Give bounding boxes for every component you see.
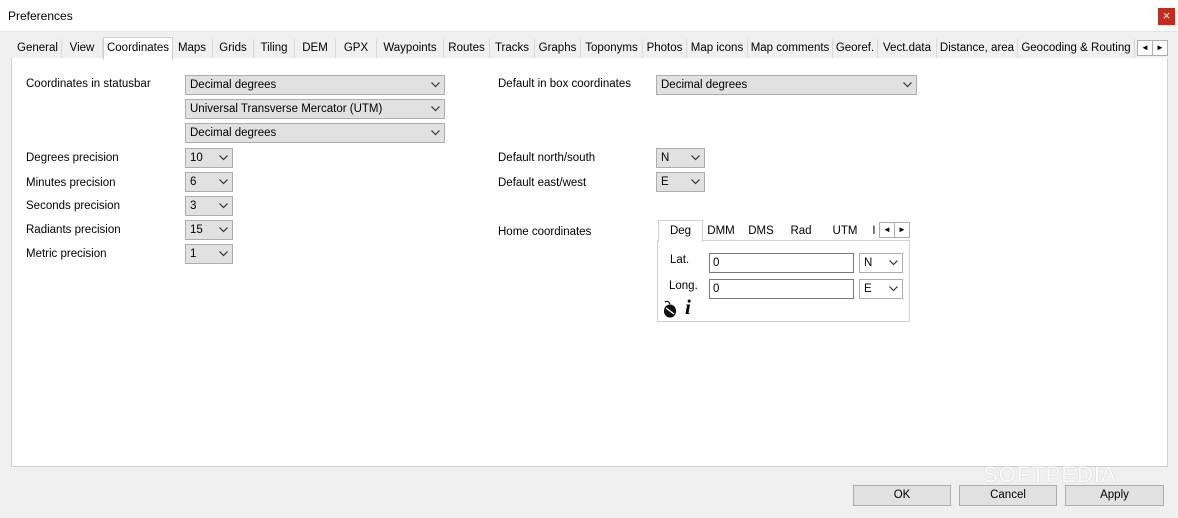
north-south-select[interactable]: N — [656, 148, 705, 168]
tab-general[interactable]: General — [14, 39, 62, 58]
select-value: Universal Transverse Mercator (UTM) — [190, 103, 383, 115]
select-value: 3 — [190, 200, 197, 212]
chevron-down-icon — [430, 103, 441, 114]
tab-utm[interactable]: UTM — [827, 222, 863, 240]
statusbar-format-2-select[interactable]: Universal Transverse Mercator (UTM) — [185, 99, 445, 119]
lat-input[interactable]: 0 — [709, 253, 854, 273]
close-icon: × — [1162, 8, 1171, 23]
minutes-precision-label: Minutes precision — [26, 177, 116, 189]
long-label: Long. — [669, 280, 698, 292]
tab-photos[interactable]: Photos — [643, 39, 687, 58]
degrees-precision-select[interactable]: 10 — [185, 148, 233, 168]
home-tabs-scroll-left-button[interactable]: ◄ — [879, 222, 895, 238]
long-hemisphere-select[interactable]: E — [859, 279, 903, 299]
chevron-down-icon — [218, 224, 229, 235]
input-value: 0 — [713, 283, 720, 295]
radiants-precision-label: Radiants precision — [26, 224, 121, 236]
seconds-precision-select[interactable]: 3 — [185, 196, 233, 216]
title-bar — [0, 0, 1178, 32]
tab-distance-area[interactable]: Distance, area — [937, 39, 1018, 58]
home-coordinates-label: Home coordinates — [498, 226, 592, 238]
tab-dmm[interactable]: DMM — [702, 222, 740, 240]
select-value: N — [661, 152, 670, 164]
tab-rad[interactable]: Rad — [786, 222, 816, 240]
in-box-coordinates-label: Default in box coordinates — [498, 78, 631, 90]
east-west-label: Default east/west — [498, 177, 587, 189]
select-value: Decimal degrees — [190, 79, 277, 91]
tab-grids[interactable]: Grids — [213, 39, 254, 58]
metric-precision-label: Metric precision — [26, 248, 107, 260]
chevron-down-icon — [690, 176, 701, 187]
cancel-button[interactable]: Cancel — [959, 485, 1057, 506]
chevron-down-icon — [430, 127, 441, 138]
tab-georef[interactable]: Georef. — [833, 39, 878, 58]
select-value: 6 — [190, 176, 197, 188]
ok-button[interactable]: OK — [853, 485, 951, 506]
east-west-select[interactable]: E — [656, 172, 705, 192]
chevron-down-icon — [888, 283, 899, 294]
lat-label: Lat. — [670, 254, 690, 266]
lat-hemisphere-select[interactable]: N — [859, 253, 903, 273]
chevron-down-icon — [218, 152, 229, 163]
chevron-down-icon — [218, 248, 229, 259]
close-button[interactable]: × — [1158, 8, 1175, 25]
select-value: Decimal degrees — [190, 127, 277, 139]
north-south-label: Default north/south — [498, 152, 596, 164]
degrees-precision-label: Degrees precision — [26, 152, 119, 164]
tabs-scroll-right-button[interactable]: ► — [1152, 40, 1168, 56]
tab-dem[interactable]: DEM — [295, 39, 336, 58]
tab-geocoding-routing[interactable]: Geocoding & Routing — [1018, 39, 1135, 58]
arrow-left-icon: ◄ — [883, 225, 891, 234]
radiants-precision-select[interactable]: 15 — [185, 220, 233, 240]
tab-deg[interactable]: Deg — [658, 220, 703, 242]
tab-waypoints[interactable]: Waypoints — [377, 39, 444, 58]
apply-button[interactable]: Apply — [1065, 485, 1164, 506]
mouse-pick-icon[interactable] — [662, 300, 678, 318]
tab-dms[interactable]: DMS — [743, 222, 779, 240]
tab-view[interactable]: View — [62, 39, 103, 58]
tab-tracks[interactable]: Tracks — [490, 39, 535, 58]
chevron-down-icon — [218, 200, 229, 211]
chevron-down-icon — [218, 176, 229, 187]
statusbar-format-1-select[interactable]: Decimal degrees — [185, 75, 445, 95]
tab-gpx[interactable]: GPX — [336, 39, 377, 58]
select-value: E — [661, 176, 669, 188]
tab-coordinates[interactable]: Coordinates — [103, 37, 173, 60]
statusbar-format-3-select[interactable]: Decimal degrees — [185, 123, 445, 143]
select-value: Decimal degrees — [661, 79, 748, 91]
tabs-scroll-left-button[interactable]: ◄ — [1137, 40, 1153, 56]
tab-map-comments[interactable]: Map comments — [748, 39, 833, 58]
long-input[interactable]: 0 — [709, 279, 854, 299]
arrow-right-icon: ► — [898, 225, 906, 234]
seconds-precision-label: Seconds precision — [26, 200, 120, 212]
tab-maps[interactable]: Maps — [172, 39, 213, 58]
chevron-down-icon — [690, 152, 701, 163]
select-value: 10 — [190, 152, 203, 164]
select-value: N — [864, 257, 873, 269]
select-value: E — [864, 283, 872, 295]
tab-routes[interactable]: Routes — [444, 39, 490, 58]
tab-tiling[interactable]: Tiling — [254, 39, 295, 58]
arrow-right-icon: ► — [1156, 43, 1164, 52]
select-value: 15 — [190, 224, 203, 236]
statusbar-coordinates-label: Coordinates in statusbar — [26, 78, 151, 90]
in-box-coordinates-select[interactable]: Decimal degrees — [656, 75, 917, 95]
input-value: 0 — [713, 257, 720, 269]
arrow-left-icon: ◄ — [1141, 43, 1149, 52]
chevron-down-icon — [430, 79, 441, 90]
tab-toponyms[interactable]: Toponyms — [581, 39, 643, 58]
metric-precision-select[interactable]: 1 — [185, 244, 233, 264]
tab-vect-data[interactable]: Vect.data — [878, 39, 937, 58]
home-tabs-scroll-right-button[interactable]: ► — [894, 222, 910, 238]
chevron-down-icon — [888, 257, 899, 268]
tab-graphs[interactable]: Graphs — [535, 39, 581, 58]
chevron-down-icon — [902, 79, 913, 90]
select-value: 1 — [190, 248, 197, 260]
window-title: Preferences — [8, 9, 73, 23]
minutes-precision-select[interactable]: 6 — [185, 172, 233, 192]
tab-map-icons[interactable]: Map icons — [687, 39, 748, 58]
tab-more[interactable]: I — [870, 222, 878, 240]
info-icon[interactable]: i — [685, 296, 691, 318]
